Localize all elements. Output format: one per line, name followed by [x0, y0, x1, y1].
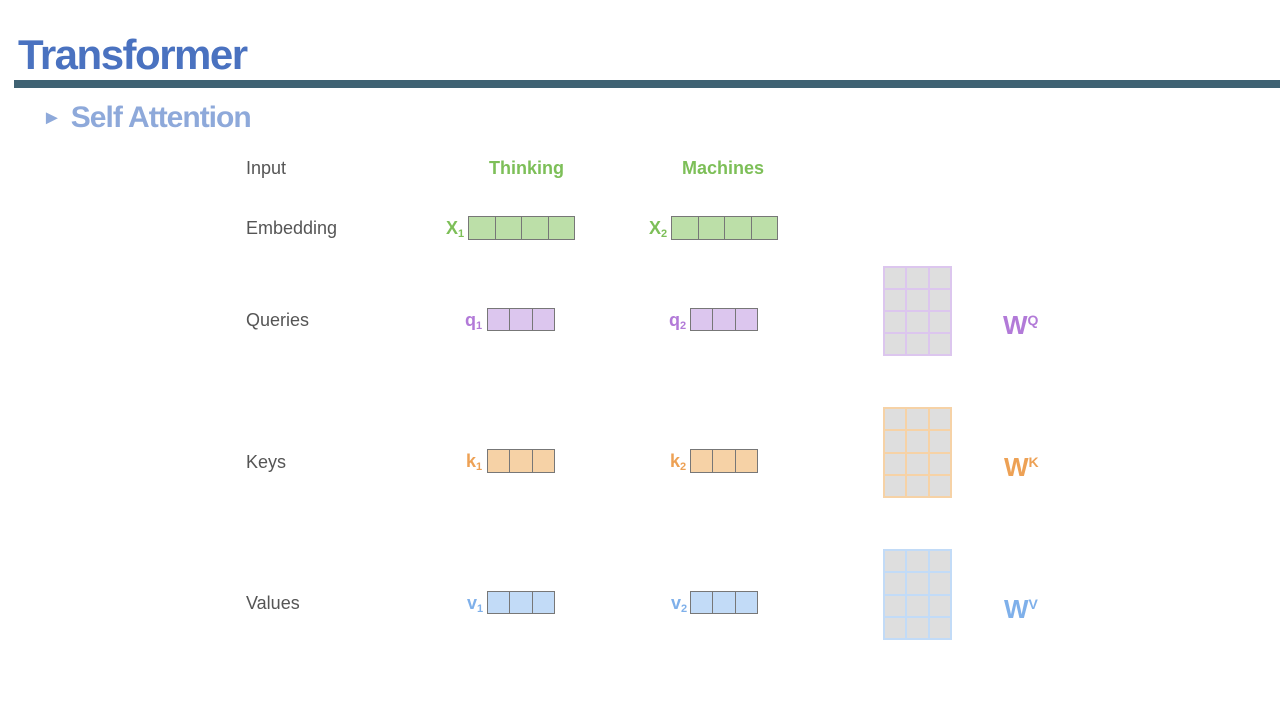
matrix-cell	[885, 453, 906, 474]
embedding-cell	[495, 217, 522, 239]
matrix-cell	[929, 431, 950, 452]
matrix-cell	[907, 312, 928, 332]
weight-matrix-wq	[883, 266, 952, 356]
value-cell	[691, 592, 714, 613]
wk-label: WK	[1004, 452, 1039, 482]
value-vector-v2	[690, 591, 758, 614]
matrix-cell	[885, 551, 906, 572]
matrix-cell	[907, 475, 928, 496]
matrix-cell	[929, 409, 950, 430]
matrix-cell	[907, 551, 928, 572]
embedding-x1-label: X1	[446, 218, 465, 240]
embedding-vector-x2	[671, 216, 778, 240]
matrix-cell	[885, 617, 906, 638]
matrix-cell	[929, 595, 950, 616]
key-vector-k1	[487, 449, 555, 473]
subtitle-text: Self Attention	[70, 101, 252, 134]
value-v2-label: v2	[671, 593, 688, 615]
matrix-cell	[885, 475, 906, 496]
row-label-input: Input	[246, 158, 287, 178]
matrix-cell	[907, 453, 928, 474]
query-cell	[735, 309, 757, 330]
slide-title: Transformer	[18, 31, 248, 78]
matrix-cell	[907, 334, 928, 354]
key-cell	[713, 450, 736, 472]
matrix-cell	[929, 312, 950, 332]
matrix-cell	[885, 268, 906, 288]
matrix-cell	[907, 268, 928, 288]
value-cell	[713, 592, 736, 613]
value-cell	[532, 592, 554, 613]
query-cell	[713, 309, 736, 330]
query-cell	[488, 309, 511, 330]
matrix-cell	[929, 268, 950, 288]
embedding-vector-x1	[468, 216, 575, 240]
value-cell	[488, 592, 511, 613]
section-subtitle: ► Self Attention	[42, 100, 252, 136]
embedding-cell	[672, 217, 699, 239]
row-label-values: Values	[246, 593, 300, 613]
matrix-cell	[929, 334, 950, 354]
matrix-cell	[929, 290, 950, 310]
key-k2-label: k2	[670, 451, 687, 473]
query-vector-q2	[690, 308, 758, 331]
key-vector-k2	[690, 449, 758, 473]
embedding-x2-label: X2	[649, 218, 668, 240]
embedding-cell	[751, 217, 777, 239]
embedding-cell	[698, 217, 725, 239]
query-vector-q1	[487, 308, 555, 331]
query-q2-label: q2	[669, 310, 687, 332]
embedding-cell	[725, 217, 752, 239]
embedding-cell	[469, 217, 496, 239]
row-label-keys: Keys	[246, 452, 287, 472]
query-cell	[691, 309, 714, 330]
matrix-cell	[907, 409, 928, 430]
row-label-queries: Queries	[246, 310, 310, 330]
matrix-cell	[929, 573, 950, 594]
matrix-cell	[907, 573, 928, 594]
title-divider	[14, 80, 1280, 88]
matrix-cell	[907, 290, 928, 310]
embedding-cell	[522, 217, 549, 239]
matrix-cell	[907, 617, 928, 638]
key-cell	[735, 450, 757, 472]
matrix-cell	[885, 334, 906, 354]
embedding-cell	[548, 217, 574, 239]
wq-label: WQ	[1003, 310, 1039, 340]
triangle-bullet-icon: ►	[42, 107, 62, 129]
query-cell	[510, 309, 533, 330]
query-cell	[532, 309, 554, 330]
key-cell	[691, 450, 714, 472]
value-vector-v1	[487, 591, 555, 614]
matrix-cell	[885, 595, 906, 616]
key-cell	[532, 450, 554, 472]
input-word-thinking: Thinking	[489, 158, 564, 178]
matrix-cell	[929, 617, 950, 638]
wv-label: WV	[1004, 594, 1038, 624]
matrix-cell	[885, 312, 906, 332]
matrix-cell	[929, 475, 950, 496]
row-label-embedding: Embedding	[246, 218, 338, 238]
matrix-cell	[885, 290, 906, 310]
input-word-machines: Machines	[682, 158, 765, 178]
query-q1-label: q1	[465, 310, 483, 332]
matrix-cell	[885, 409, 906, 430]
key-k1-label: k1	[466, 451, 483, 473]
value-v1-label: v1	[467, 593, 484, 615]
matrix-cell	[907, 431, 928, 452]
key-cell	[488, 450, 511, 472]
weight-matrix-wv	[883, 549, 952, 640]
matrix-cell	[907, 595, 928, 616]
key-cell	[510, 450, 533, 472]
matrix-cell	[929, 551, 950, 572]
matrix-cell	[885, 431, 906, 452]
matrix-cell	[929, 453, 950, 474]
value-cell	[510, 592, 533, 613]
value-cell	[735, 592, 757, 613]
weight-matrix-wk	[883, 407, 952, 498]
matrix-cell	[885, 573, 906, 594]
